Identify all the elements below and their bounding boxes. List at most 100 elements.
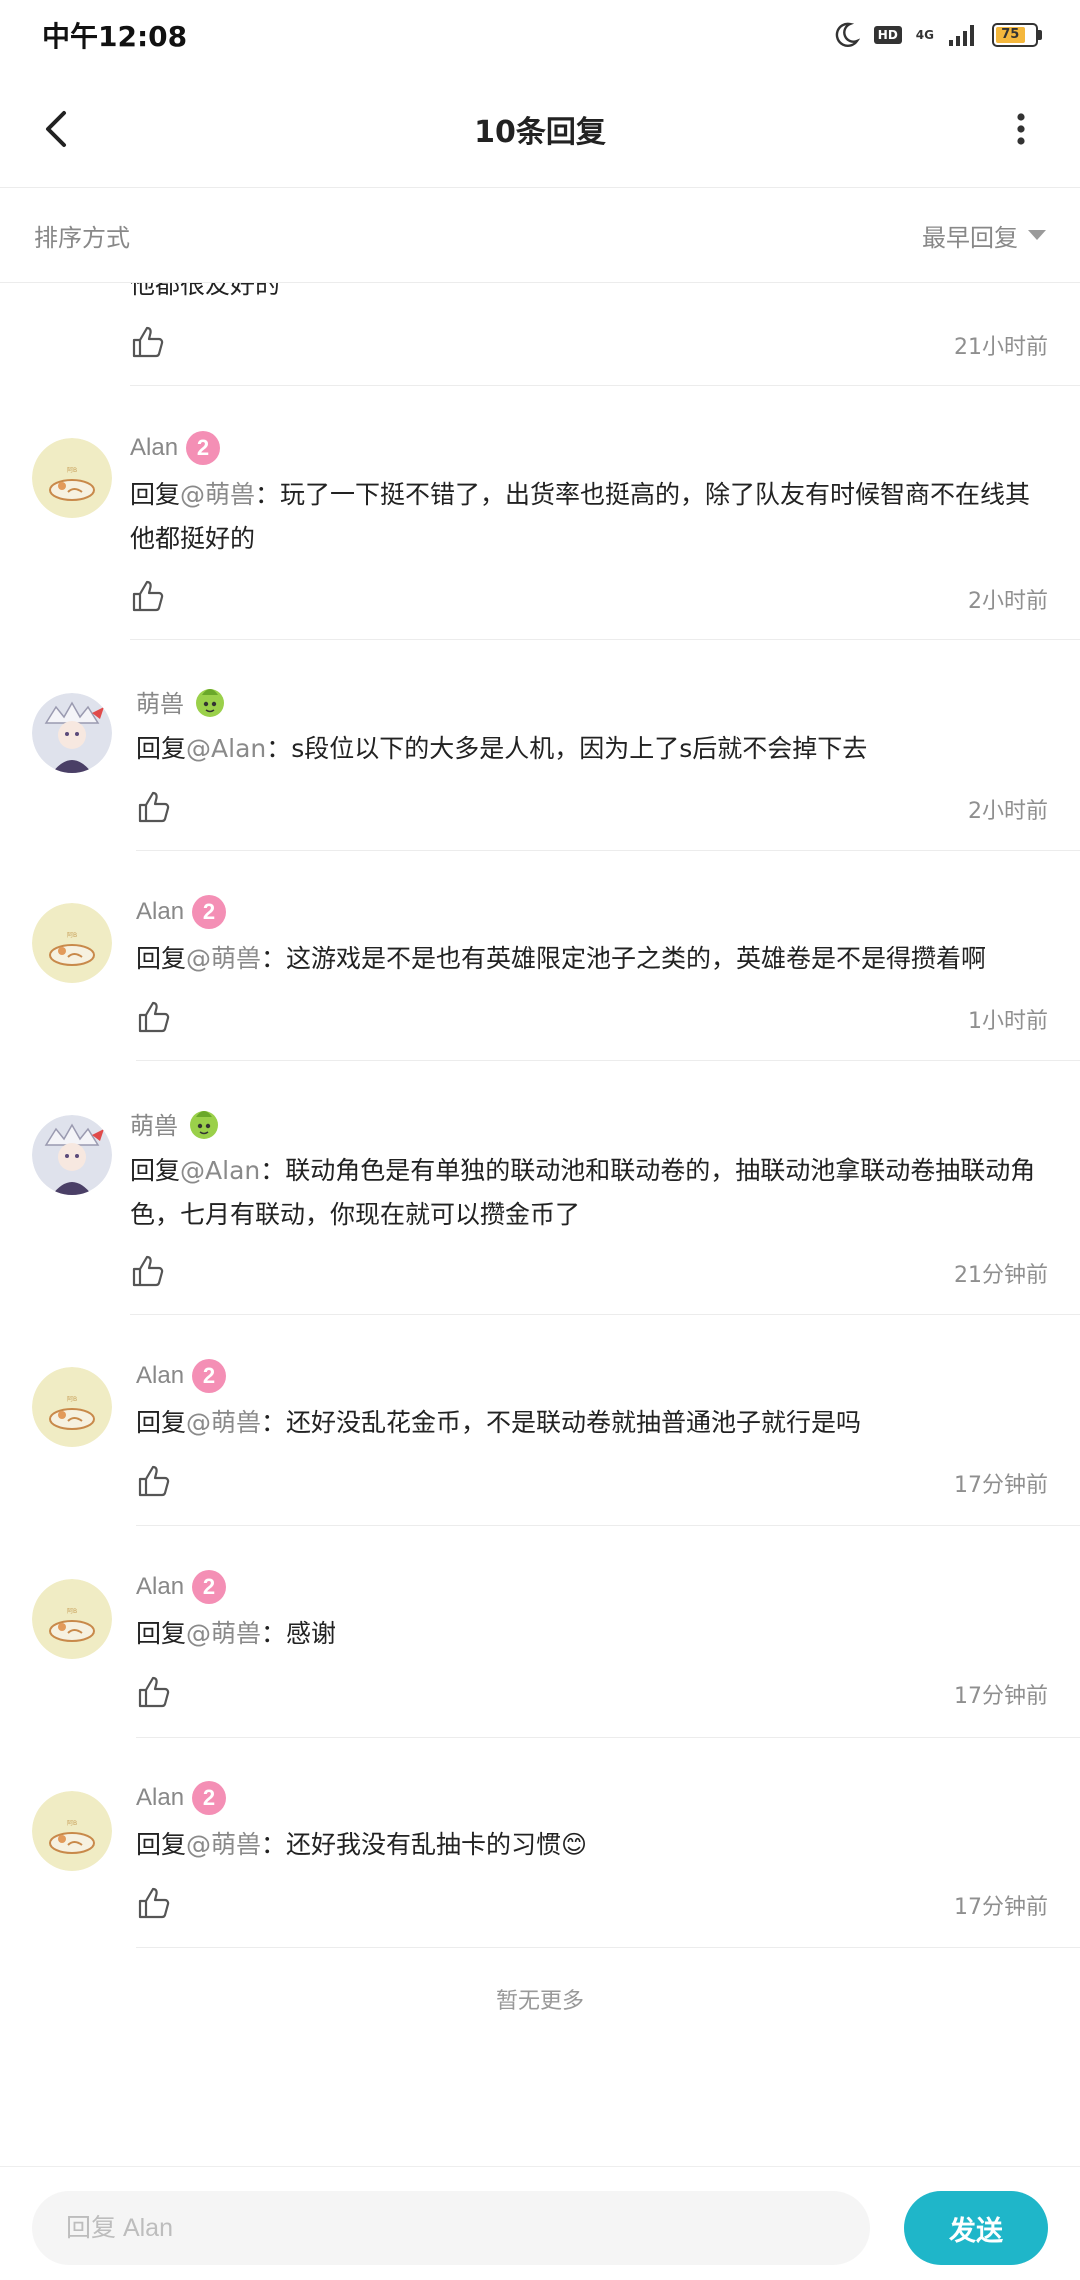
svg-text:阿B: 阿B bbox=[67, 466, 77, 474]
username[interactable]: Alan bbox=[136, 1573, 184, 1601]
battery-icon: 75 bbox=[992, 23, 1042, 47]
divider bbox=[130, 385, 1080, 386]
status-time: 中午12:08 bbox=[42, 20, 188, 53]
mention-link[interactable]: @萌兽 bbox=[186, 1408, 261, 1437]
reply-prefix: 回复 bbox=[130, 1156, 181, 1185]
username[interactable]: Alan bbox=[136, 1784, 184, 1812]
reply-prefix: 回复 bbox=[136, 944, 187, 973]
divider bbox=[130, 639, 1080, 640]
level-badge: 2 bbox=[192, 1359, 227, 1393]
avatar-mengshou[interactable] bbox=[32, 693, 112, 773]
sort-value: 最早回复 bbox=[922, 223, 1018, 252]
leaf-badge-icon bbox=[196, 689, 224, 717]
mention-link[interactable]: @萌兽 bbox=[180, 480, 255, 509]
username[interactable]: Alan bbox=[130, 434, 178, 462]
divider bbox=[136, 850, 1080, 851]
reply-content: 回复@萌兽：还好没乱花金币，不是联动卷就抽普通池子就行是吗 bbox=[136, 1401, 1048, 1445]
reply-time: 17分钟前 bbox=[954, 1895, 1048, 1920]
reply-time: 17分钟前 bbox=[954, 1684, 1048, 1709]
reply-bar: 发送 bbox=[0, 2166, 1080, 2280]
username[interactable]: Alan bbox=[136, 898, 184, 926]
reply-prefix: 回复 bbox=[136, 1619, 187, 1648]
reply-user-row: Alan 2 bbox=[136, 1359, 227, 1393]
status-icons: HD 4G 75 bbox=[832, 21, 1042, 49]
moon-icon bbox=[835, 22, 860, 47]
svg-text:阿B: 阿B bbox=[67, 1819, 77, 1827]
divider bbox=[136, 1060, 1080, 1061]
svg-text:阿B: 阿B bbox=[67, 1395, 77, 1403]
send-button[interactable]: 发送 bbox=[904, 2191, 1048, 2265]
username[interactable]: 萌兽 bbox=[136, 684, 184, 719]
divider bbox=[130, 1314, 1080, 1315]
reply-text: ：这游戏是不是也有英雄限定池子之类的，英雄卷是不是得攒着啊 bbox=[261, 944, 987, 973]
thumbs-up-icon[interactable] bbox=[136, 1463, 172, 1499]
reply-text: ：玩了一下挺不错了，出货率也挺高的，除了队友有时候智商不在线其他都挺好的 bbox=[130, 480, 1031, 553]
back-button[interactable] bbox=[28, 100, 86, 158]
reply-content: 回复@萌兽：玩了一下挺不错了，出货率也挺高的，除了队友有时候智商不在线其他都挺好… bbox=[130, 473, 1048, 561]
avatar-alan[interactable]: 阿B bbox=[32, 1791, 112, 1871]
caret-down-icon bbox=[1028, 230, 1046, 240]
reply-time-partial: 21小时前 bbox=[954, 335, 1048, 360]
reply-user-row: 萌兽 bbox=[130, 1105, 222, 1141]
reply-content: 回复@Alan：联动角色是有单独的联动池和联动卷的，抽联动池拿联动卷抽联动角色，… bbox=[130, 1149, 1048, 1237]
reply-input[interactable] bbox=[32, 2191, 870, 2265]
reply-time: 2小时前 bbox=[968, 589, 1048, 614]
reply-time: 17分钟前 bbox=[954, 1473, 1048, 1498]
mention-link[interactable]: @Alan bbox=[180, 1156, 260, 1185]
username[interactable]: Alan bbox=[136, 1362, 184, 1390]
network-type: 4G bbox=[915, 28, 934, 42]
avatar-mengshou[interactable] bbox=[32, 1115, 112, 1195]
reply-prefix: 回复 bbox=[130, 480, 181, 509]
avatar-alan[interactable]: 阿B bbox=[32, 1579, 112, 1659]
reply-user-row: Alan 2 bbox=[130, 431, 221, 465]
avatar-alan[interactable]: 阿B bbox=[32, 1367, 112, 1447]
thumbs-up-icon[interactable] bbox=[136, 999, 172, 1035]
reply-list[interactable]: 他都很友好的 21小时前 阿B Alan 2 回复@萌兽：玩了一下挺不错了，出货… bbox=[0, 283, 1080, 2166]
level-badge: 2 bbox=[186, 431, 221, 465]
reply-text: ：感谢 bbox=[261, 1619, 337, 1648]
hd-icon: HD bbox=[873, 26, 902, 44]
thumbs-up-icon[interactable] bbox=[130, 324, 166, 360]
avatar-alan[interactable]: 阿B bbox=[32, 903, 112, 983]
page-title: 10条回复 bbox=[474, 114, 606, 150]
thumbs-up-icon[interactable] bbox=[130, 578, 166, 614]
mention-link[interactable]: @萌兽 bbox=[186, 1830, 261, 1859]
mention-link[interactable]: @Alan bbox=[186, 734, 266, 763]
level-badge: 2 bbox=[192, 1781, 227, 1815]
avatar-alan[interactable]: 阿B bbox=[32, 438, 112, 518]
mention-link[interactable]: @萌兽 bbox=[186, 1619, 261, 1648]
reply-content: 回复@Alan：s段位以下的大多是人机，因为上了s后就不会掉下去 bbox=[136, 727, 1048, 771]
sort-label: 排序方式 bbox=[34, 223, 130, 252]
thumbs-up-icon[interactable] bbox=[136, 1674, 172, 1710]
signal-icon bbox=[949, 25, 974, 46]
thumbs-up-icon[interactable] bbox=[136, 1885, 172, 1921]
reply-user-row: Alan 2 bbox=[136, 1781, 227, 1815]
level-badge: 2 bbox=[192, 1570, 227, 1604]
thumbs-up-icon[interactable] bbox=[130, 1253, 166, 1289]
reply-content: 回复@萌兽：还好我没有乱抽卡的习惯😊 bbox=[136, 1823, 1048, 1867]
reply-user-row: Alan 2 bbox=[136, 895, 227, 929]
thumbs-up-icon[interactable] bbox=[136, 789, 172, 825]
reply-text: ：联动角色是有单独的联动池和联动卷的，抽联动池拿联动卷抽联动角色，七月有联动，你… bbox=[130, 1156, 1036, 1229]
reply-user-row: Alan 2 bbox=[136, 1570, 227, 1604]
more-button[interactable] bbox=[992, 100, 1050, 158]
sort-bar: 排序方式 最早回复 bbox=[0, 188, 1080, 283]
sort-dropdown[interactable]: 最早回复 bbox=[922, 218, 1046, 253]
no-more-label: 暂无更多 bbox=[495, 1989, 584, 2014]
more-vertical-icon bbox=[1017, 113, 1025, 145]
chevron-left-icon bbox=[46, 111, 66, 147]
reply-prefix: 回复 bbox=[136, 1830, 187, 1859]
reply-content: 回复@萌兽：这游戏是不是也有英雄限定池子之类的，英雄卷是不是得攒着啊 bbox=[136, 937, 1048, 981]
battery-level: 75 bbox=[996, 27, 1025, 43]
mention-link[interactable]: @萌兽 bbox=[186, 944, 261, 973]
reply-content: 回复@萌兽：感谢 bbox=[136, 1612, 1048, 1656]
divider bbox=[136, 1947, 1080, 1948]
reply-text: ：还好没乱花金币，不是联动卷就抽普通池子就行是吗 bbox=[261, 1408, 862, 1437]
username[interactable]: 萌兽 bbox=[130, 1106, 178, 1141]
reply-time: 2小时前 bbox=[968, 799, 1048, 824]
app-header: 10条回复 bbox=[0, 70, 1080, 188]
svg-text:阿B: 阿B bbox=[67, 1607, 77, 1615]
reply-text: ：还好我没有乱抽卡的习惯😊 bbox=[261, 1830, 588, 1859]
divider bbox=[136, 1525, 1080, 1526]
svg-text:阿B: 阿B bbox=[67, 931, 77, 939]
